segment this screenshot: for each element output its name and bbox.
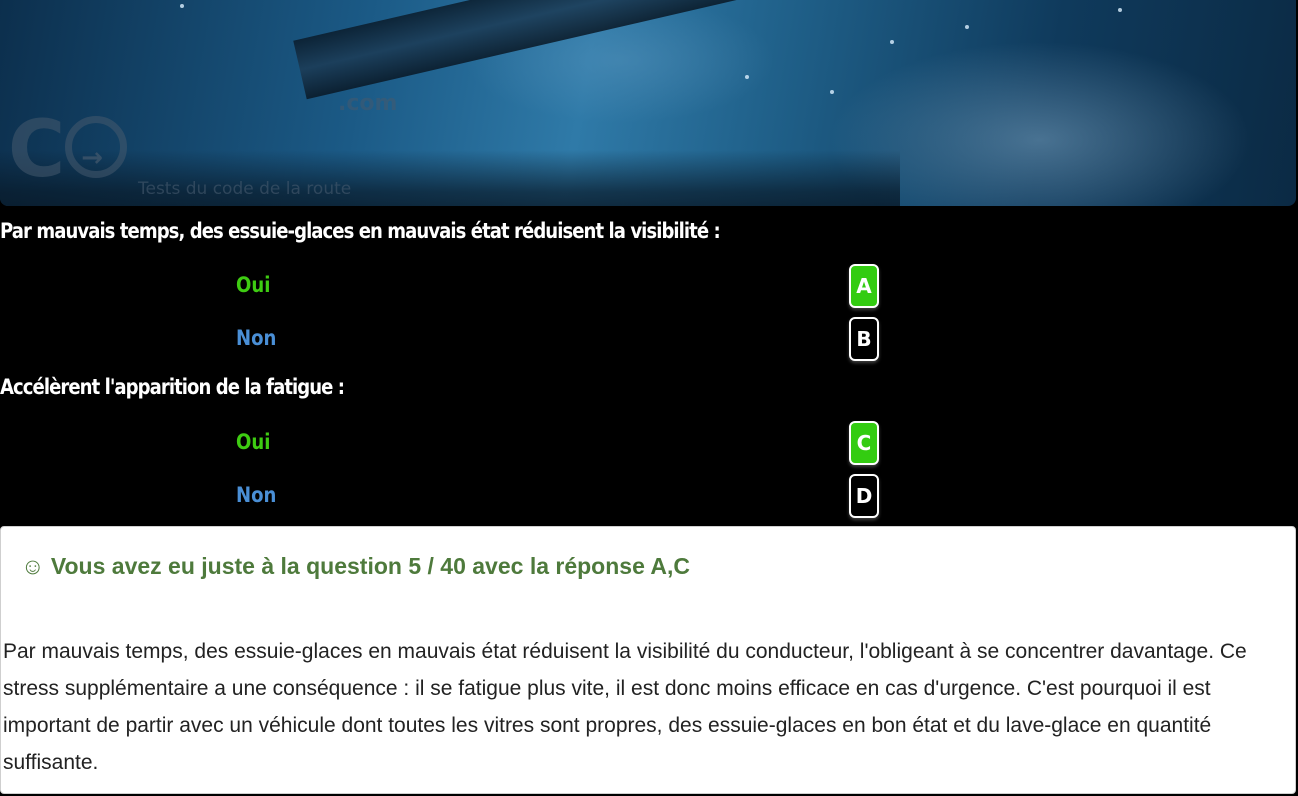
answer-label-non: Non <box>236 483 277 507</box>
answer-label-non: Non <box>236 326 277 350</box>
answer-label-oui: Oui <box>236 430 271 454</box>
question-text: Accélèrent l'apparition de la fatigue : <box>0 375 345 399</box>
water-drop <box>180 4 184 8</box>
explanation-text: Par mauvais temps, des essuie-glaces en … <box>3 640 1247 774</box>
logo-tagline: Tests du code de la route <box>138 179 352 199</box>
result-heading-text: Vous avez eu juste à la question 5 / 40 … <box>50 553 691 579</box>
result-heading: ☺ Vous avez eu juste à la question 5 / 4… <box>21 553 690 580</box>
answer-label-oui: Oui <box>236 273 271 297</box>
answer-button-b[interactable]: B <box>849 317 879 361</box>
quiz-page: .com C→DECLIC Tests du code de la route … <box>0 0 1298 796</box>
answer-button-c[interactable]: C <box>849 421 879 465</box>
water-drop <box>1118 8 1122 12</box>
arrow-right-icon: → <box>81 143 104 173</box>
water-drop <box>965 25 969 29</box>
question-text: Par mauvais temps, des essuie-glaces en … <box>0 219 721 243</box>
logo-letter-c: C <box>8 105 65 195</box>
codeclic-logo[interactable]: .com C→DECLIC Tests du code de la route <box>8 91 408 206</box>
smiley-icon: ☺ <box>21 553 45 579</box>
answer-button-d[interactable]: D <box>849 474 879 518</box>
arrow-circle-icon: → <box>65 116 128 178</box>
result-panel: ☺ Vous avez eu juste à la question 5 / 4… <box>0 526 1296 794</box>
answer-button-a[interactable]: A <box>849 264 879 308</box>
water-drop <box>745 75 749 79</box>
water-drop <box>830 90 834 94</box>
wiper-blade-graphic <box>293 0 1296 100</box>
water-drop <box>890 40 894 44</box>
header-banner: .com C→DECLIC Tests du code de la route <box>0 0 1296 206</box>
